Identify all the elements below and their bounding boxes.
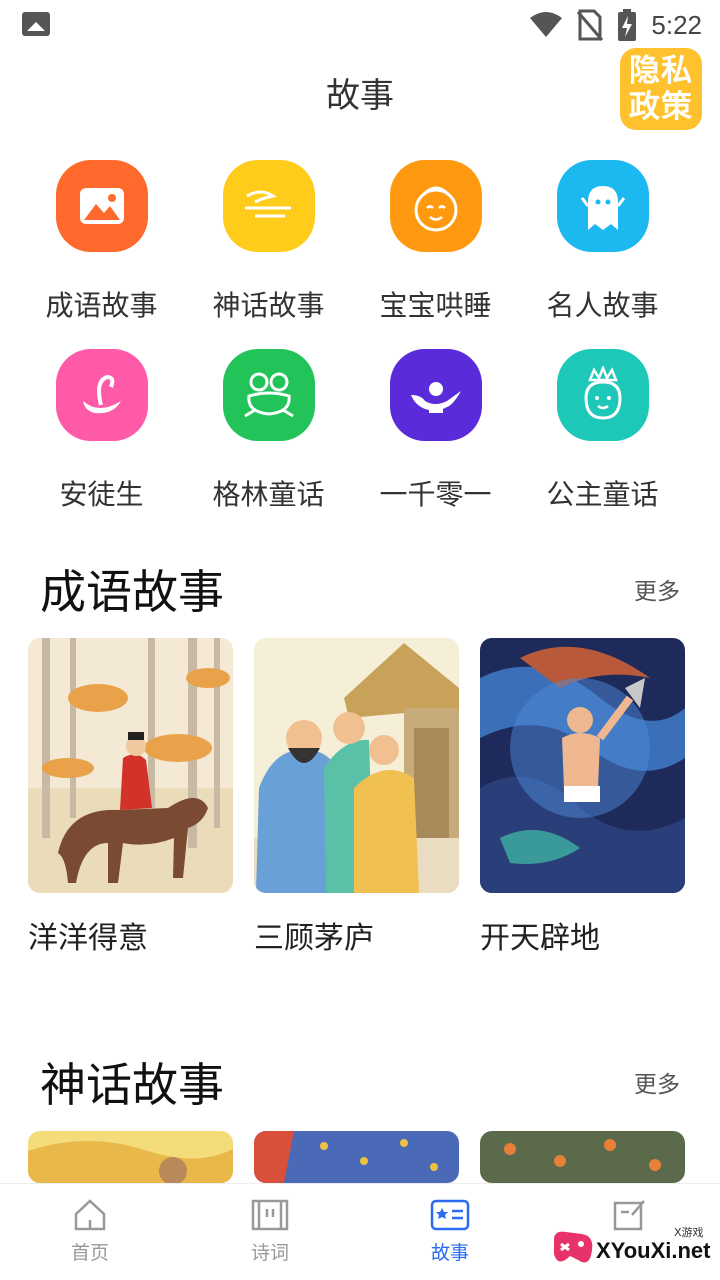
- story-book-icon: [430, 1199, 470, 1231]
- nav-story[interactable]: 故事: [390, 1198, 510, 1265]
- more-idiom-link[interactable]: 更多: [634, 572, 680, 606]
- category-famous-people[interactable]: 名人故事: [519, 160, 686, 335]
- category-label: 成语故事: [45, 289, 158, 322]
- story-illustration-thatched-hut: [254, 638, 459, 893]
- no-sim-icon: [577, 9, 604, 41]
- story-illustration-fruit-tree: [480, 1131, 685, 1183]
- story-illustration-autumn-leaves: [254, 1131, 459, 1183]
- baby-face-icon: [389, 160, 482, 252]
- scroll-icon: [251, 1199, 289, 1231]
- more-myth-link[interactable]: 更多: [634, 1065, 680, 1099]
- story-title: 洋洋得意: [28, 921, 148, 956]
- wifi-icon: [530, 12, 563, 37]
- magic-lamp-icon: [389, 349, 482, 441]
- story-card[interactable]: 开天辟地: [480, 638, 685, 957]
- story-card[interactable]: [28, 1131, 233, 1183]
- gamepad-logo-icon: [554, 1231, 593, 1263]
- nav-label: 诗词: [250, 1242, 289, 1264]
- nav-poetry[interactable]: 诗词: [210, 1198, 330, 1265]
- story-card[interactable]: [480, 1131, 685, 1183]
- story-card[interactable]: 三顾茅庐: [254, 638, 459, 957]
- gallery-notification-icon: [22, 12, 50, 36]
- category-myth[interactable]: 神话故事: [185, 160, 352, 335]
- clock: 5:22: [651, 9, 702, 40]
- mountain-picture-icon: [55, 160, 148, 252]
- battery-charging-icon: [618, 9, 637, 41]
- category-label: 格林童话: [212, 478, 325, 511]
- nav-label: 故事: [430, 1242, 469, 1264]
- category-grid: 成语故事 神话故事 宝宝哄睡 名人故事 安徒生 格林童话 一千零一 公主童话: [18, 160, 688, 524]
- frog-icon: [222, 349, 315, 441]
- story-illustration-golden-clouds: [28, 1131, 233, 1183]
- category-label: 宝宝哄睡: [379, 289, 492, 322]
- category-baby-sleep[interactable]: 宝宝哄睡: [352, 160, 519, 335]
- category-grimm[interactable]: 格林童话: [185, 349, 352, 524]
- story-title: 三顾茅庐: [254, 921, 374, 956]
- nav-home[interactable]: 首页: [30, 1198, 150, 1265]
- page-title: 故事: [326, 76, 394, 116]
- cloud-icon: [222, 160, 315, 252]
- princess-icon: [556, 349, 649, 441]
- category-label: 神话故事: [212, 289, 325, 322]
- status-bar: 5:22: [0, 0, 720, 50]
- swan-icon: [55, 349, 148, 441]
- category-label: 安徒生: [59, 478, 144, 511]
- story-card[interactable]: 洋洋得意: [28, 638, 233, 957]
- nav-label: 首页: [70, 1242, 109, 1264]
- story-title: 开天辟地: [480, 921, 600, 956]
- home-icon: [74, 1199, 106, 1231]
- category-arabian-nights[interactable]: 一千零一: [352, 349, 519, 524]
- category-label: 一千零一: [379, 478, 492, 511]
- section-title-idiom: 成语故事: [40, 565, 224, 619]
- story-illustration-cosmic-giant: [480, 638, 685, 893]
- ghost-icon: [556, 160, 649, 252]
- category-label: 名人故事: [546, 289, 659, 322]
- category-idiom[interactable]: 成语故事: [18, 160, 185, 335]
- story-illustration-rider: [28, 638, 233, 893]
- category-andersen[interactable]: 安徒生: [18, 349, 185, 524]
- story-card[interactable]: [254, 1131, 459, 1183]
- site-watermark: X游戏 XYouXi.net: [548, 1218, 716, 1278]
- privacy-policy-button[interactable]: 隐私政策: [620, 48, 702, 130]
- section-title-myth: 神话故事: [40, 1058, 224, 1112]
- watermark-text: XYouXi.net: [596, 1238, 711, 1263]
- category-label: 公主童话: [546, 478, 659, 511]
- category-princess[interactable]: 公主童话: [519, 349, 686, 524]
